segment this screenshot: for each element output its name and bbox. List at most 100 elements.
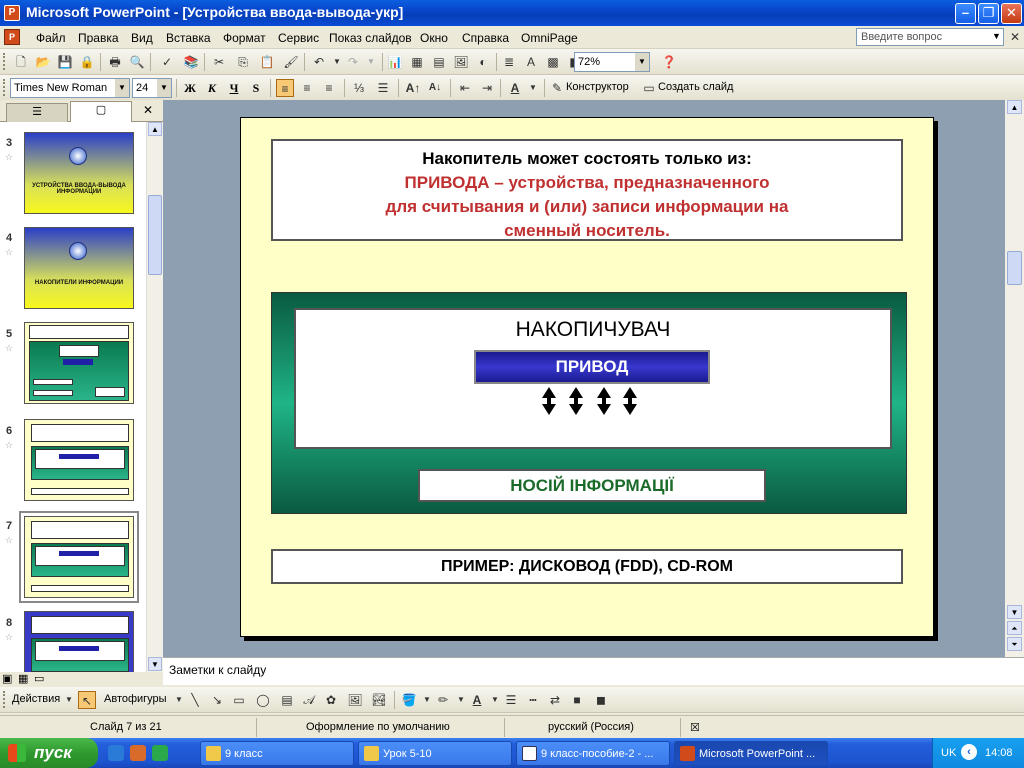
- document-close-icon[interactable]: ✕: [1010, 30, 1020, 44]
- font-color-dropdown-icon[interactable]: ▼: [524, 79, 542, 97]
- insert-table-icon[interactable]: ▦: [408, 53, 426, 71]
- autoshapes-menu[interactable]: Автофигуры: [104, 693, 167, 705]
- 3d-style-icon[interactable]: ◼: [592, 691, 610, 709]
- dash-style-icon[interactable]: ┅: [524, 691, 542, 709]
- menu-format[interactable]: Формат: [223, 31, 266, 45]
- arrow-style-icon[interactable]: ⇄: [546, 691, 564, 709]
- font-color-icon[interactable]: A: [506, 79, 524, 97]
- designer-button[interactable]: Конструктор: [566, 81, 629, 93]
- spelling-icon[interactable]: ✓: [158, 53, 176, 71]
- insert-chart-icon[interactable]: 📊: [386, 53, 404, 71]
- menu-tools[interactable]: Сервис: [278, 31, 319, 45]
- next-slide-icon[interactable]: ⏷: [1007, 637, 1022, 651]
- document-icon[interactable]: P: [4, 29, 20, 45]
- tab-outline[interactable]: ☰: [6, 103, 68, 122]
- slideshow-view-icon[interactable]: ▭: [34, 672, 44, 685]
- wordart-icon[interactable]: 𝒜: [300, 691, 318, 709]
- menu-slideshow[interactable]: Показ слайдов: [329, 31, 412, 45]
- zoom-dropdown-icon[interactable]: ▼: [635, 53, 649, 71]
- decrease-indent-icon[interactable]: ⇤: [456, 79, 474, 97]
- format-painter-icon[interactable]: 🖌: [282, 53, 300, 71]
- scroll-down-icon[interactable]: ▼: [148, 657, 162, 671]
- font-select[interactable]: Times New Roman ▼: [10, 78, 130, 98]
- slide-thumbnail-7[interactable]: [24, 516, 134, 598]
- tab-slides[interactable]: ▢: [70, 101, 132, 122]
- textbox-icon[interactable]: ▤: [278, 691, 296, 709]
- slide-sorter-icon[interactable]: ▦: [18, 672, 28, 685]
- normal-view-icon[interactable]: ▣: [2, 672, 12, 685]
- decrease-font-icon[interactable]: A↓: [426, 79, 444, 97]
- increase-font-icon[interactable]: A↑: [404, 79, 422, 97]
- font-size-dropdown-icon[interactable]: ▼: [157, 79, 171, 97]
- slide-thumbnail-5[interactable]: [24, 322, 134, 404]
- panel-close-icon[interactable]: ✕: [143, 103, 153, 117]
- underline-button[interactable]: Ч: [224, 79, 244, 97]
- arrow-icon[interactable]: ↘: [208, 691, 226, 709]
- spelling-status-icon[interactable]: ☒: [690, 721, 700, 734]
- research-icon[interactable]: 📚: [182, 53, 200, 71]
- storage-box[interactable]: НАКОПИЧУВАЧ ПРИВОД: [294, 308, 892, 449]
- designer-icon[interactable]: ✎: [548, 79, 566, 97]
- font-size-select[interactable]: 24 ▼: [132, 78, 172, 98]
- quicklaunch-icon[interactable]: [130, 745, 146, 761]
- bullets-icon[interactable]: ☰: [374, 79, 392, 97]
- fill-color-icon[interactable]: 🪣: [400, 691, 418, 709]
- slide-canvas[interactable]: Накопитель может состоять только из: ПРИ…: [240, 117, 934, 637]
- task-lesson[interactable]: Урок 5-10: [358, 741, 512, 766]
- task-folder[interactable]: 9 класс: [200, 741, 354, 766]
- ask-dropdown-icon[interactable]: ▼: [992, 31, 1001, 41]
- task-powerpoint[interactable]: Microsoft PowerPoint ...: [674, 741, 828, 766]
- help-icon[interactable]: ❓: [660, 53, 678, 71]
- open-icon[interactable]: 📂: [34, 53, 52, 71]
- slide-thumbnail-8[interactable]: [24, 611, 134, 672]
- oval-icon[interactable]: ◯: [254, 691, 272, 709]
- print-icon[interactable]: 🖶: [106, 53, 124, 71]
- menu-window[interactable]: Окно: [420, 31, 448, 45]
- menu-insert[interactable]: Вставка: [166, 31, 211, 45]
- tables-borders-icon[interactable]: ▤: [430, 53, 448, 71]
- bold-button[interactable]: Ж: [180, 79, 200, 97]
- redo-dropdown-icon[interactable]: ▼: [362, 53, 380, 71]
- slide-thumbnail-4[interactable]: НАКОПИТЕЛИ ИНФОРМАЦИИ: [24, 227, 134, 309]
- ie-icon[interactable]: [108, 745, 124, 761]
- thumbnail-scrollbar[interactable]: ▲ ▼: [146, 122, 163, 672]
- line-icon[interactable]: ╲: [186, 691, 204, 709]
- save-icon[interactable]: 💾: [56, 53, 74, 71]
- align-right-icon[interactable]: ≡: [320, 79, 338, 97]
- font-color-icon[interactable]: A: [468, 691, 486, 709]
- scroll-thumb[interactable]: [148, 195, 162, 275]
- cut-icon[interactable]: ✂: [210, 53, 228, 71]
- insert-picture-icon[interactable]: 🖼: [452, 53, 470, 71]
- redo-icon[interactable]: ↷: [344, 53, 362, 71]
- drive-box[interactable]: ПРИВОД: [474, 350, 710, 384]
- line-color-icon[interactable]: ✏: [434, 691, 452, 709]
- undo-icon[interactable]: ↶: [310, 53, 328, 71]
- storage-medium-box[interactable]: НОСІЙ ІНФОРМАЦІЇ: [418, 469, 766, 502]
- select-pointer-icon[interactable]: ↖: [78, 691, 96, 709]
- excel-icon[interactable]: [152, 745, 168, 761]
- scroll-down-icon[interactable]: ▼: [1007, 605, 1022, 619]
- powerpoint-app-icon[interactable]: P: [4, 5, 20, 21]
- diagram-icon[interactable]: ✿: [322, 691, 340, 709]
- ask-question-input[interactable]: Введите вопрос: [856, 28, 1004, 46]
- start-button[interactable]: пуск: [0, 738, 98, 768]
- slide-thumbnail-3[interactable]: УСТРОЙСТВА ВВОДА-ВЫВОДА ИНФОРМАЦИИ: [24, 132, 134, 214]
- copy-icon[interactable]: ⎘: [234, 53, 252, 71]
- shadow-style-icon[interactable]: ■: [568, 691, 586, 709]
- storage-diagram[interactable]: НАКОПИЧУВАЧ ПРИВОД НОСІЙ ІНФОРМАЦІЇ: [271, 292, 907, 514]
- italic-button[interactable]: К: [202, 79, 222, 97]
- new-icon[interactable]: 🗋: [12, 53, 30, 71]
- menu-help[interactable]: Справка: [462, 31, 509, 45]
- clipart-icon[interactable]: 🖼: [346, 691, 364, 709]
- close-button[interactable]: ✕: [1001, 3, 1022, 24]
- numbering-icon[interactable]: ⅓: [350, 79, 368, 97]
- permission-icon[interactable]: 🔒: [78, 53, 96, 71]
- menu-view[interactable]: Вид: [131, 31, 153, 45]
- minimize-button[interactable]: –: [955, 3, 976, 24]
- formatting-marks-icon[interactable]: A: [522, 53, 540, 71]
- menu-file[interactable]: Файл: [36, 31, 66, 45]
- diagram-icon[interactable]: ◐: [474, 53, 492, 71]
- notes-pane[interactable]: Заметки к слайду: [163, 657, 1024, 685]
- rectangle-icon[interactable]: ▭: [230, 691, 248, 709]
- menu-omnipage[interactable]: OmniPage: [521, 31, 578, 45]
